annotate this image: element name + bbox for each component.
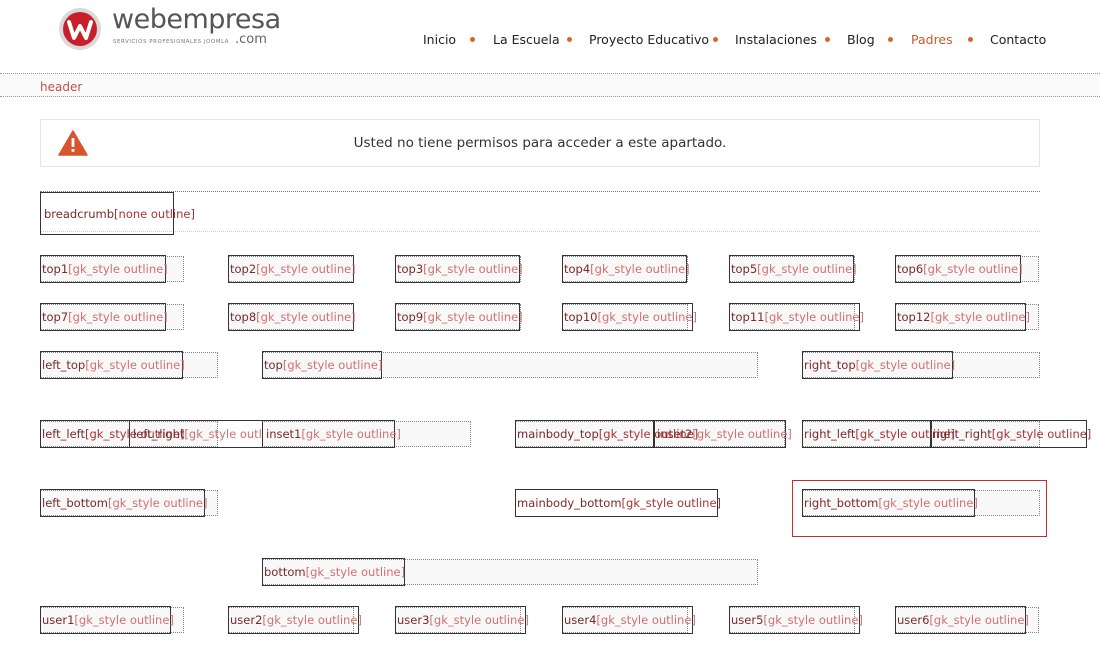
module-label: top10[gk_style outline] [564, 310, 697, 324]
breadcrumb-top-line [40, 191, 1040, 192]
nav-separator-dot [888, 37, 893, 42]
nav-item-padres[interactable]: Padres [911, 32, 953, 47]
nav-separator-dot [470, 37, 475, 42]
module-label: top8[gk_style outline] [230, 310, 356, 324]
module-label: top5[gk_style outline] [731, 262, 857, 276]
module-label: mainbody_bottom[gk_style outline] [517, 496, 722, 510]
module-label: user1[gk_style outline] [42, 613, 174, 627]
brand-tagline: servicios profesionales joomla [113, 39, 230, 45]
module-label: right_right[gk_style outline] [932, 427, 1092, 441]
module-label: top2[gk_style outline] [230, 262, 356, 276]
nav-separator-dot [567, 37, 572, 42]
brand-name[interactable]: webempresa [112, 4, 281, 35]
alert-message: Usted no tiene permisos para acceder a e… [353, 135, 727, 151]
module-label: top3[gk_style outline] [397, 262, 523, 276]
module-label: top4[gk_style outline] [564, 262, 690, 276]
breadcrumb-label: breadcrumb[none outline] [44, 207, 195, 221]
nav-item-la-escuela[interactable]: La Escuela [493, 32, 560, 47]
module-label: left_bottom[gk_style outline] [42, 496, 208, 510]
module-label: top11[gk_style outline] [731, 310, 864, 324]
nav-item-blog[interactable]: Blog [847, 32, 875, 47]
webempresa-logo-icon[interactable] [57, 6, 103, 52]
right-bottom-highlight-frame [792, 480, 1047, 537]
module-label: bottom[gk_style outline] [264, 565, 406, 579]
nav-item-instalaciones[interactable]: Instalaciones [735, 32, 817, 47]
module-label: top12[gk_style outline] [897, 310, 1030, 324]
module-label: inset1[gk_style outline] [266, 427, 401, 441]
module-label: left_top[gk_style outline] [42, 358, 185, 372]
module-label: top9[gk_style outline] [397, 310, 523, 324]
module-label: top7[gk_style outline] [42, 310, 168, 324]
nav-item-inicio[interactable]: Inicio [423, 32, 456, 47]
module-label: inset2[gk_style outline] [657, 427, 792, 441]
module-label: top6[gk_style outline] [897, 262, 1023, 276]
header-position-strip [0, 73, 1100, 97]
nav-item-proyecto-educativo[interactable]: Proyecto Educativo [589, 32, 709, 47]
nav-item-contacto[interactable]: Contacto [990, 32, 1046, 47]
module-label: user2[gk_style outline] [230, 613, 362, 627]
nav-separator-dot [825, 37, 830, 42]
module-label: user6[gk_style outline] [897, 613, 1029, 627]
module-label: top1[gk_style outline] [42, 262, 168, 276]
breadcrumb-bottom-line [40, 231, 1040, 232]
nav-separator-dot [713, 37, 718, 42]
module-label: user3[gk_style outline] [397, 613, 529, 627]
nav-separator-dot [968, 37, 973, 42]
module-label: right_top[gk_style outline] [804, 358, 956, 372]
module-label: top[gk_style outline] [264, 358, 383, 372]
brand-suffix: .com [235, 32, 267, 47]
module-label: user5[gk_style outline] [731, 613, 863, 627]
header-position-label: header [40, 80, 83, 94]
module-label: user4[gk_style outline] [564, 613, 696, 627]
